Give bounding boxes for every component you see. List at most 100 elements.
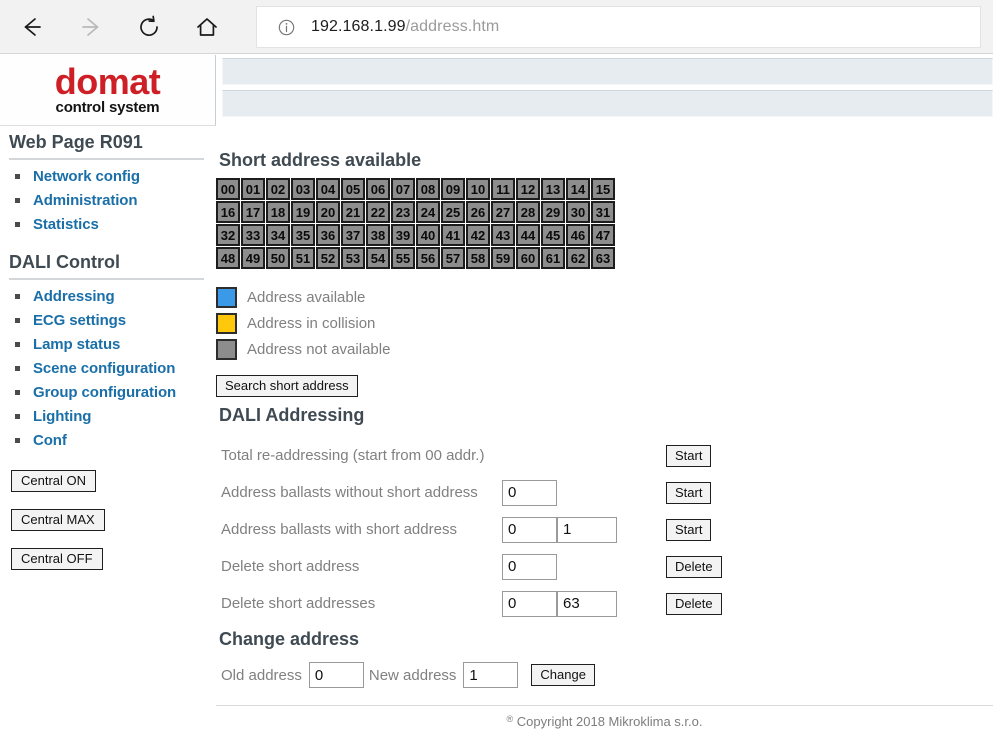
address-cell-33[interactable]: 33 <box>241 224 265 246</box>
address-cell-13[interactable]: 13 <box>541 178 565 200</box>
search-short-address-button[interactable]: Search short address <box>216 375 358 397</box>
start-button-1[interactable]: Start <box>666 481 712 504</box>
sidebar-item-ecg-settings[interactable]: ECG settings <box>33 312 126 329</box>
address-cell-51[interactable]: 51 <box>291 247 315 269</box>
address-cell-10[interactable]: 10 <box>466 178 490 200</box>
reload-button[interactable] <box>131 9 167 45</box>
site-logo[interactable]: domat control system <box>0 55 216 126</box>
sidebar-item-scene-configuration[interactable]: Scene configuration <box>33 360 175 377</box>
form-input-3-0[interactable] <box>502 553 557 580</box>
delete-button-3[interactable]: Delete <box>666 555 722 578</box>
address-cell-29[interactable]: 29 <box>541 201 565 223</box>
address-cell-21[interactable]: 21 <box>341 201 365 223</box>
address-cell-06[interactable]: 06 <box>366 178 390 200</box>
address-cell-32[interactable]: 32 <box>216 224 240 246</box>
address-cell-04[interactable]: 04 <box>316 178 340 200</box>
address-cell-52[interactable]: 52 <box>316 247 340 269</box>
form-input-4-0[interactable] <box>502 590 557 617</box>
sidebar-item-statistics[interactable]: Statistics <box>33 216 99 233</box>
address-cell-27[interactable]: 27 <box>491 201 515 223</box>
address-cell-23[interactable]: 23 <box>391 201 415 223</box>
form-input-2-1[interactable] <box>557 516 617 543</box>
address-cell-60[interactable]: 60 <box>516 247 540 269</box>
address-cell-58[interactable]: 58 <box>466 247 490 269</box>
address-cell-50[interactable]: 50 <box>266 247 290 269</box>
sidebar-item-lighting[interactable]: Lighting <box>33 408 91 425</box>
address-cell-43[interactable]: 43 <box>491 224 515 246</box>
address-cell-28[interactable]: 28 <box>516 201 540 223</box>
address-cell-49[interactable]: 49 <box>241 247 265 269</box>
old-address-input[interactable] <box>308 662 364 688</box>
address-cell-59[interactable]: 59 <box>491 247 515 269</box>
delete-button-4[interactable]: Delete <box>666 592 722 615</box>
address-cell-35[interactable]: 35 <box>291 224 315 246</box>
address-cell-57[interactable]: 57 <box>441 247 465 269</box>
address-cell-54[interactable]: 54 <box>366 247 390 269</box>
sidebar-item-network-config[interactable]: Network config <box>33 168 140 185</box>
address-cell-24[interactable]: 24 <box>416 201 440 223</box>
sidebar-item-group-configuration[interactable]: Group configuration <box>33 384 176 401</box>
address-cell-05[interactable]: 05 <box>341 178 365 200</box>
address-cell-61[interactable]: 61 <box>541 247 565 269</box>
address-cell-39[interactable]: 39 <box>391 224 415 246</box>
start-button-2[interactable]: Start <box>666 518 712 541</box>
address-cell-15[interactable]: 15 <box>591 178 615 200</box>
address-cell-09[interactable]: 09 <box>441 178 465 200</box>
forward-button[interactable] <box>73 9 109 45</box>
address-cell-55[interactable]: 55 <box>391 247 415 269</box>
address-cell-08[interactable]: 08 <box>416 178 440 200</box>
address-cell-46[interactable]: 46 <box>566 224 590 246</box>
sidebar-item-administration[interactable]: Administration <box>33 192 138 209</box>
address-cell-11[interactable]: 11 <box>491 178 515 200</box>
address-cell-36[interactable]: 36 <box>316 224 340 246</box>
address-cell-01[interactable]: 01 <box>241 178 265 200</box>
change-address-button[interactable]: Change <box>531 664 595 686</box>
central-max-button[interactable]: Central MAX <box>11 509 105 531</box>
address-cell-34[interactable]: 34 <box>266 224 290 246</box>
central-off-button[interactable]: Central OFF <box>11 548 103 570</box>
sidebar-item-addressing[interactable]: Addressing <box>33 288 115 305</box>
address-cell-07[interactable]: 07 <box>391 178 415 200</box>
address-cell-17[interactable]: 17 <box>241 201 265 223</box>
address-cell-14[interactable]: 14 <box>566 178 590 200</box>
address-cell-00[interactable]: 00 <box>216 178 240 200</box>
form-input-4-1[interactable] <box>557 590 617 617</box>
address-cell-19[interactable]: 19 <box>291 201 315 223</box>
address-cell-48[interactable]: 48 <box>216 247 240 269</box>
central-on-button[interactable]: Central ON <box>11 470 97 492</box>
address-cell-42[interactable]: 42 <box>466 224 490 246</box>
new-address-input[interactable] <box>463 662 519 688</box>
form-input-2-0[interactable] <box>502 516 557 543</box>
address-cell-40[interactable]: 40 <box>416 224 440 246</box>
sidebar-item-lamp-status[interactable]: Lamp status <box>33 336 120 353</box>
address-cell-41[interactable]: 41 <box>441 224 465 246</box>
address-cell-26[interactable]: 26 <box>466 201 490 223</box>
home-button[interactable] <box>189 9 225 45</box>
address-cell-47[interactable]: 47 <box>591 224 615 246</box>
address-cell-02[interactable]: 02 <box>266 178 290 200</box>
form-input-1-0[interactable] <box>502 479 557 506</box>
address-cell-37[interactable]: 37 <box>341 224 365 246</box>
address-cell-12[interactable]: 12 <box>516 178 540 200</box>
address-cell-62[interactable]: 62 <box>566 247 590 269</box>
address-cell-63[interactable]: 63 <box>591 247 615 269</box>
address-cell-53[interactable]: 53 <box>341 247 365 269</box>
address-cell-20[interactable]: 20 <box>316 201 340 223</box>
address-cell-44[interactable]: 44 <box>516 224 540 246</box>
address-cell-03[interactable]: 03 <box>291 178 315 200</box>
address-cell-18[interactable]: 18 <box>266 201 290 223</box>
info-circle-icon[interactable] <box>278 19 295 36</box>
address-bar[interactable]: 192.168.1.99/address.htm <box>256 6 981 48</box>
start-button-0[interactable]: Start <box>666 444 712 467</box>
address-cell-38[interactable]: 38 <box>366 224 390 246</box>
address-cell-31[interactable]: 31 <box>591 201 615 223</box>
form-row-action: Delete <box>662 555 736 578</box>
address-cell-22[interactable]: 22 <box>366 201 390 223</box>
address-cell-30[interactable]: 30 <box>566 201 590 223</box>
address-cell-16[interactable]: 16 <box>216 201 240 223</box>
sidebar-item-conf[interactable]: Conf <box>33 432 67 449</box>
address-cell-45[interactable]: 45 <box>541 224 565 246</box>
back-button[interactable] <box>14 9 50 45</box>
address-cell-56[interactable]: 56 <box>416 247 440 269</box>
address-cell-25[interactable]: 25 <box>441 201 465 223</box>
